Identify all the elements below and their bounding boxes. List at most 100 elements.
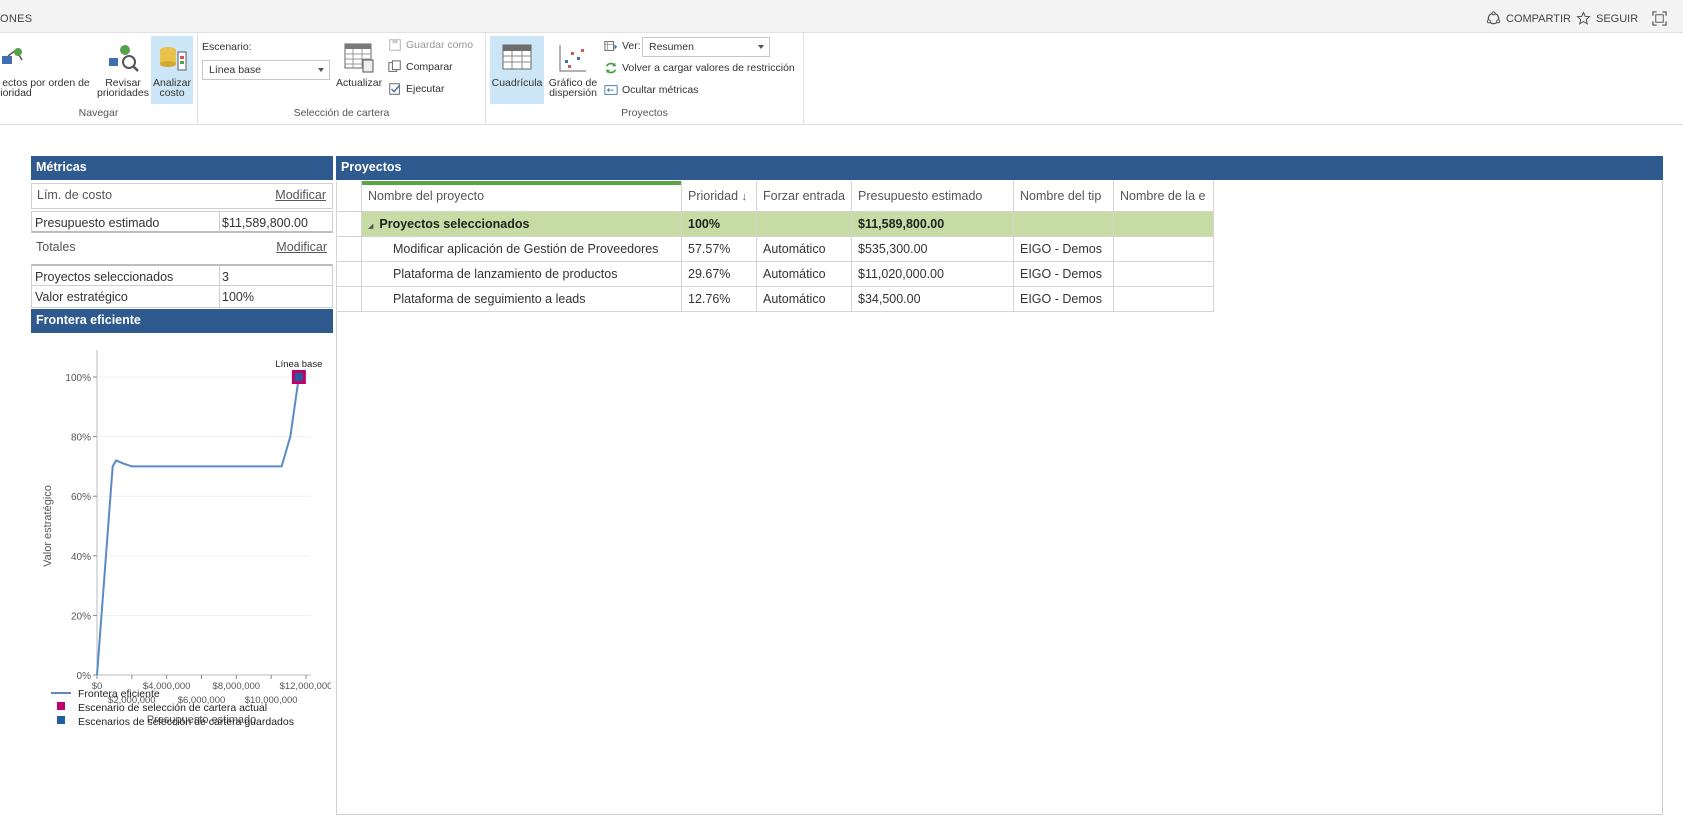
group-entity: [1113, 210, 1214, 237]
selected-projects-value: 3: [222, 270, 229, 284]
table-header-row: Nombre del proyecto Prioridad ↓ Forzar e…: [336, 181, 1214, 212]
update-button[interactable]: Actualizar: [336, 36, 382, 104]
divider: [219, 266, 220, 285]
row-selector[interactable]: [336, 210, 362, 237]
sort-down-icon: ↓: [741, 190, 748, 203]
table-row[interactable]: Plataforma de lanzamiento de productos 2…: [336, 260, 1214, 287]
hide-metrics-label: Ocultar métricas: [622, 84, 699, 96]
focus-button[interactable]: [1652, 11, 1667, 26]
view-icon: [604, 41, 618, 51]
project-name[interactable]: Plataforma de seguimiento a leads: [361, 285, 682, 312]
grid-view-button[interactable]: Cuadrícula: [490, 36, 544, 104]
share-label: COMPARTIR: [1506, 12, 1571, 25]
follow-button[interactable]: SEGUIR: [1576, 11, 1638, 26]
column-header-name[interactable]: Nombre del proyecto: [361, 181, 682, 212]
save-as-button[interactable]: Guardar como: [388, 38, 473, 52]
project-force[interactable]: Automático: [756, 285, 852, 312]
run-label: Ejecutar: [406, 83, 445, 95]
ribbon-group-navegar: ectos por orden de ioridad Revisar prior…: [0, 33, 198, 125]
project-budget: $34,500.00: [851, 285, 1014, 312]
review-priorities-icon: [109, 45, 139, 72]
frontier-series-line: [96, 376, 300, 676]
ribbon-group-seleccion-label: Selección de cartera: [293, 107, 390, 119]
selected-projects-label: Proyectos seleccionados: [35, 270, 174, 284]
table-row[interactable]: Plataforma de seguimiento a leads 12.76%…: [336, 285, 1214, 312]
project-entity: [1113, 285, 1214, 312]
ribbon-group-proyectos-label: Proyectos: [621, 107, 668, 119]
projects-priority-label-2: ioridad: [0, 87, 32, 99]
ribbon: ectos por orden de ioridad Revisar prior…: [0, 33, 1683, 125]
group-budget: $11,589,800.00: [851, 210, 1014, 237]
projects-priority-button[interactable]: ectos por orden de ioridad: [0, 36, 92, 104]
view-dropdown[interactable]: Resumen: [642, 37, 770, 57]
column-header-priority[interactable]: Prioridad ↓: [681, 181, 757, 212]
divider: [219, 286, 220, 307]
baseline-annotation: Línea base: [275, 359, 322, 370]
modify-cost-limit-link[interactable]: Modificar: [275, 188, 326, 202]
ribbon-group-seleccion: Escenario: Línea base Actualizar Guardar…: [198, 33, 486, 125]
legend-square-swatch: [57, 716, 65, 724]
hide-panel-icon: [604, 85, 618, 95]
row-selector[interactable]: [336, 260, 362, 287]
run-button[interactable]: Ejecutar: [388, 82, 445, 96]
top-bar: ONES COMPARTIR SEGUIR: [0, 0, 1683, 33]
row-selector-header: [336, 181, 362, 212]
analyze-cost-button[interactable]: Analizar costo: [151, 36, 193, 104]
modify-totals-link[interactable]: Modificar: [276, 240, 327, 254]
compare-label: Comparar: [406, 61, 453, 73]
row-selector[interactable]: [336, 285, 362, 312]
x-tick-label: $12,000,000: [280, 681, 331, 692]
scenario-dropdown[interactable]: Línea base: [202, 60, 330, 80]
group-name: Proyectos seleccionados: [379, 216, 530, 231]
review-priorities-button[interactable]: Revisar prioridades: [96, 36, 150, 104]
legend-label: Escenario de selección de cartera actual: [78, 702, 267, 714]
efficient-frontier-title: Frontera eficiente: [31, 309, 333, 333]
collapse-triangle-icon[interactable]: ◢: [368, 223, 373, 230]
column-header-force[interactable]: Forzar entrada: [756, 181, 852, 212]
compare-button[interactable]: Comparar: [388, 60, 453, 74]
project-name[interactable]: Modificar aplicación de Gestión de Prove…: [361, 235, 682, 262]
share-button[interactable]: COMPARTIR: [1486, 11, 1571, 26]
project-force[interactable]: Automático: [756, 235, 852, 262]
scatter-chart-button[interactable]: Gráfico de dispersión: [546, 36, 600, 104]
view-value: Resumen: [649, 41, 694, 53]
efficient-frontier-chart: 0%20%40%60%80%100%$0$2,000,000$4,000,000…: [42, 350, 331, 728]
group-row[interactable]: ◢ Proyectos seleccionados 100% $11,589,80…: [336, 210, 1214, 237]
y-axis-label: Valor estratégico: [42, 485, 54, 567]
y-tick-label: 60%: [71, 492, 91, 503]
project-name[interactable]: Plataforma de lanzamiento de productos: [361, 260, 682, 287]
project-entity: [1113, 260, 1214, 287]
project-priority: 57.57%: [681, 235, 757, 262]
compare-icon: [388, 60, 401, 72]
cost-limit-label: Lím. de costo: [37, 188, 113, 202]
project-budget: $11,020,000.00: [851, 260, 1014, 287]
column-header-entity[interactable]: Nombre de la e: [1113, 181, 1214, 212]
group-type: [1013, 210, 1114, 237]
y-tick-label: 20%: [71, 611, 91, 622]
project-force[interactable]: Automático: [756, 260, 852, 287]
project-priority: 29.67%: [681, 260, 757, 287]
update-table-icon: [344, 43, 374, 73]
save-as-label: Guardar como: [406, 39, 474, 51]
divider: [219, 212, 220, 231]
cost-limit-row: Lím. de costo Modificar: [31, 183, 333, 209]
column-header-priority-label: Prioridad: [688, 188, 739, 203]
group-name-cell[interactable]: ◢ Proyectos seleccionados: [361, 210, 682, 237]
hide-metrics-button[interactable]: Ocultar métricas: [604, 83, 698, 97]
group-priority: 100%: [681, 210, 757, 237]
projects-table: Nombre del proyecto Prioridad ↓ Forzar e…: [336, 181, 1214, 312]
scatter-chart-icon: [559, 45, 586, 72]
focus-mode-icon: [1652, 11, 1667, 26]
column-header-type[interactable]: Nombre del tip: [1013, 181, 1114, 212]
legend-square-swatch: [57, 702, 65, 710]
column-header-budget[interactable]: Presupuesto estimado: [851, 181, 1014, 212]
row-selector[interactable]: [336, 235, 362, 262]
totals-label: Totales: [36, 240, 76, 254]
table-row[interactable]: Modificar aplicación de Gestión de Prove…: [336, 235, 1214, 262]
totals-row: Totales Modificar: [31, 236, 333, 262]
review-label-2: prioridades: [97, 87, 149, 99]
project-budget: $535,300.00: [851, 235, 1014, 262]
ribbon-tab-label[interactable]: ONES: [0, 13, 32, 25]
coins-chart-icon: [160, 47, 187, 71]
reload-constraints-button[interactable]: Volver a cargar valores de restricción: [604, 61, 795, 75]
